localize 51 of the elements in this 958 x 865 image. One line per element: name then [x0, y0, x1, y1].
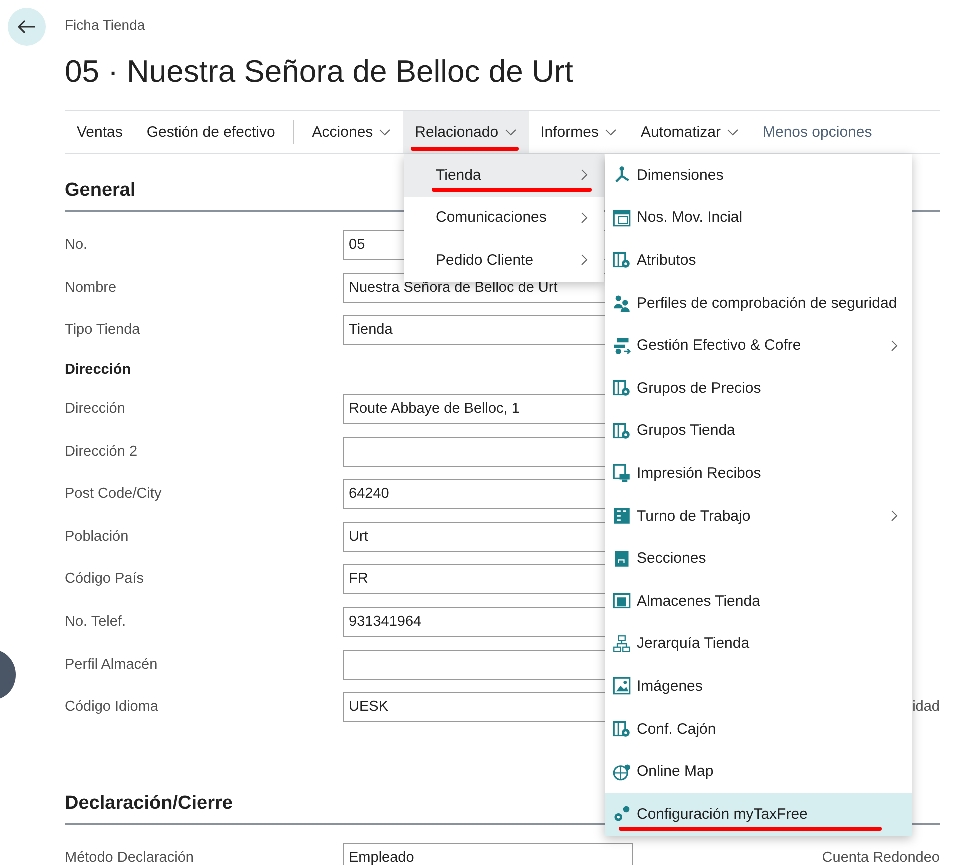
field-label: idad [912, 699, 940, 716]
action-button[interactable]: Ventas [65, 111, 135, 153]
chevron-down-icon [604, 128, 617, 136]
action-link[interactable]: Menos opciones [750, 111, 884, 153]
action-menu-button[interactable]: Relacionado [403, 111, 529, 153]
back-button[interactable] [8, 8, 46, 46]
globe-pin-icon [613, 762, 631, 781]
field-label: Post Code/City [65, 486, 163, 502]
action-button[interactable]: Gestión de efectivo [134, 111, 288, 153]
table-gear-icon [613, 379, 631, 398]
panel-icon [613, 550, 631, 568]
image-icon [613, 677, 631, 696]
hierarchy-icon [613, 634, 631, 653]
field-label: Perfil Almacén [65, 656, 159, 673]
menu-item[interactable]: Dimensiones [605, 154, 912, 197]
action-menu-button[interactable]: Informes [528, 111, 629, 153]
dimensions-icon [613, 166, 631, 184]
field-label: No. Telef. [65, 614, 127, 630]
warehouse-icon [613, 592, 631, 610]
people-icon [613, 294, 631, 312]
back-arrow-icon [18, 20, 36, 34]
menu-item[interactable]: Tienda [404, 154, 604, 197]
grid-icon [613, 507, 631, 526]
chevron-down-icon [504, 128, 517, 136]
chevron-down-icon [379, 128, 392, 136]
field-label: No. [65, 237, 89, 254]
field-label: Población [65, 528, 130, 545]
action-menu-button[interactable]: Automatizar [628, 111, 751, 153]
field-label: Nombre [65, 280, 118, 296]
chevron-right-icon [891, 510, 898, 522]
input-field[interactable]: Empleado [343, 842, 633, 865]
chevron-right-icon [581, 254, 588, 266]
field-label: Dirección 2 [65, 444, 139, 460]
subheading: Dirección [65, 360, 132, 380]
page-title: 05 · Nuestra Señora de Belloc de Urt [65, 54, 574, 90]
table-gear-icon [613, 422, 631, 440]
breadcrumb: Ficha Tienda [65, 17, 146, 33]
action-menu-button[interactable]: Acciones [300, 111, 404, 153]
table-gear-icon [613, 251, 631, 270]
chevron-right-icon [581, 169, 588, 182]
menu-item[interactable]: Configuración myTaxFree [605, 792, 912, 836]
chevron-right-icon [581, 212, 588, 224]
chevron-right-icon [891, 340, 898, 352]
field-label: Tipo Tienda [65, 322, 142, 338]
field-label: Código Idioma [65, 699, 160, 716]
field-label: Código País [65, 571, 145, 588]
field-label: Método Declaración [65, 850, 195, 865]
chevron-down-icon [726, 128, 739, 136]
field-label: Cuenta Redondeo [822, 850, 940, 865]
table-gear-icon [613, 720, 631, 738]
field-label: Dirección [65, 401, 126, 418]
